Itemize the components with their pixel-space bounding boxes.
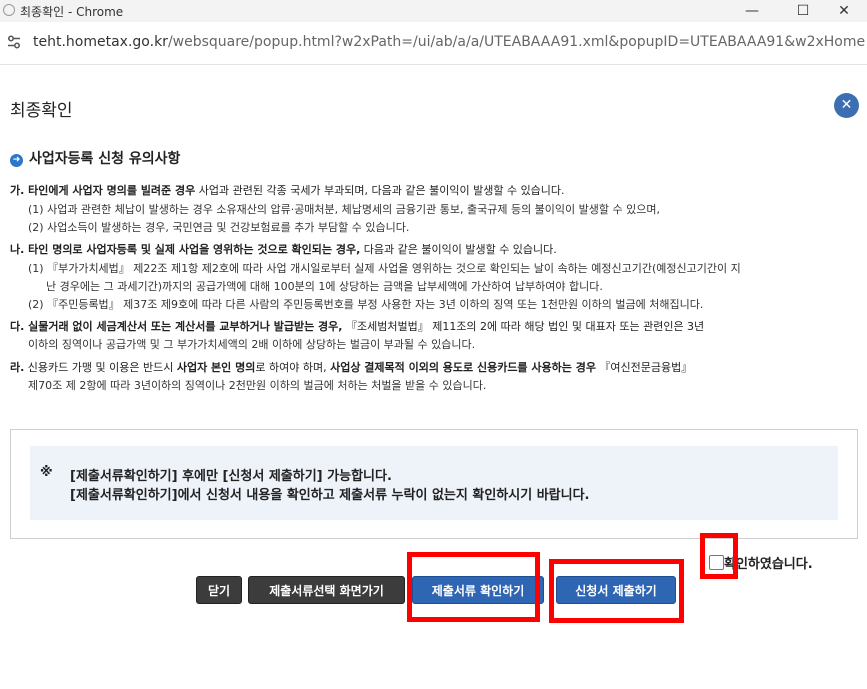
note-ra-b: 신용카드 가맹 및 이용은 반드시: [24, 361, 177, 374]
notice-line-1: [제출서류확인하기] 후에만 [신청서 제출하기] 가능합니다.: [70, 469, 392, 484]
note-da-bold: 다. 실물거래 없이 세금계산서 또는 계산서를 교부하거나 발급받는 경우,: [10, 320, 343, 333]
highlight-doc-check: [407, 552, 540, 622]
url-domain: teht.hometax.go.kr: [33, 34, 168, 50]
highlight-submit: [549, 559, 684, 623]
site-settings-icon[interactable]: [6, 34, 22, 50]
arrow-bullet-icon: ➜: [10, 154, 23, 167]
url-path: /websquare/popup.html?w2xPath=/ui/ab/a/a…: [167, 34, 865, 50]
note-da: 다. 실물거래 없이 세금계산서 또는 계산서를 교부하거나 발급받는 경우, …: [10, 318, 704, 334]
window-title: 최종확인 - Chrome: [20, 5, 124, 19]
note-ra: 라. 신용카드 가맹 및 이용은 반드시 사업자 본인 명의로 하여야 하며, …: [10, 359, 692, 375]
note-na-bold: 나. 타인 명의로 사업자등록 및 실제 사업을 영위하는 것으로 확인되는 경…: [10, 243, 361, 256]
note-da-rest: 『조세범처벌법』 제11조의 2에 따라 해당 법인 및 대표자 또는 관련인은…: [342, 320, 705, 333]
note-ga-rest: 사업과 관련된 각종 국세가 부과되며, 다음과 같은 불이익이 발생할 수 있…: [195, 184, 565, 197]
doc-select-button[interactable]: 제출서류선택 화면가기: [248, 576, 405, 604]
notice-mark: ※: [40, 465, 53, 480]
note-da-2: 이하의 징역이나 공급가액 및 그 부가가치세액의 2배 이하에 상당하는 벌금…: [28, 338, 476, 351]
highlight-checkbox: [700, 533, 738, 579]
note-na: 나. 타인 명의로 사업자등록 및 실제 사업을 영위하는 것으로 확인되는 경…: [10, 241, 557, 257]
dialog-close-icon[interactable]: ✕: [834, 93, 859, 118]
chrome-app-icon: [3, 4, 15, 16]
note-ra-c: 사업자 본인 명의: [176, 361, 256, 374]
note-ga: 가. 타인에게 사업자 명의를 빌려준 경우 사업과 관련된 각종 국세가 부과…: [10, 182, 565, 198]
section-title: ➜ 사업자등록 신청 유의사항: [10, 148, 180, 168]
notice-line-2: [제출서류확인하기]에서 신청서 내용을 확인하고 제출서류 누락이 없는지 확…: [70, 488, 590, 503]
url-text[interactable]: teht.hometax.go.kr/websquare/popup.html?…: [33, 34, 865, 50]
note-ra-2: 제70조 제 2항에 따라 3년이하의 징역이나 2천만원 이하의 벌금에 처하…: [28, 379, 487, 392]
maximize-icon[interactable]: ☐: [780, 0, 826, 22]
note-ra-e: 사업상 결제목적 이외의 용도로 신용카드를 사용하는 경우: [330, 361, 596, 374]
dialog-title: 최종확인: [10, 101, 73, 121]
note-na-1b: 난 경우에는 그 과세기간)까지의 공급가액에 대해 100분의 1에 상당하는…: [46, 280, 603, 293]
note-na-2: (2) 『주민등록법』 제37조 제9호에 따라 다른 사람의 주민등록번호를 …: [28, 298, 704, 311]
note-na-1a: (1) 『부가가치세법』 제22조 제1항 제2호에 따라 사업 개시일로부터 …: [28, 262, 741, 275]
section-title-text: 사업자등록 신청 유의사항: [29, 151, 181, 167]
window-titlebar: 최종확인 - Chrome — ☐ ✕: [0, 0, 867, 22]
note-ra-mark: 라.: [10, 361, 25, 374]
minimize-icon[interactable]: —: [729, 0, 775, 22]
note-na-rest: 다음과 같은 불이익이 발생할 수 있습니다.: [360, 243, 557, 256]
note-ga-bold: 가. 타인에게 사업자 명의를 빌려준 경우: [10, 184, 196, 197]
note-ra-d: 로 하여야 하며,: [255, 361, 331, 374]
address-bar: teht.hometax.go.kr/websquare/popup.html?…: [0, 22, 867, 65]
note-ga-1: (1) 사업과 관련한 체납이 발생하는 경우 소유재산의 압류·공매처분, 체…: [28, 203, 660, 216]
close-button[interactable]: 닫기: [196, 576, 242, 604]
note-ra-f: 『여신전문금융법』: [595, 361, 693, 374]
window-close-icon[interactable]: ✕: [821, 0, 867, 22]
note-ga-2: (2) 사업소득이 발생하는 경우, 국민연금 및 건강보험료를 추가 부담할 …: [28, 221, 410, 234]
